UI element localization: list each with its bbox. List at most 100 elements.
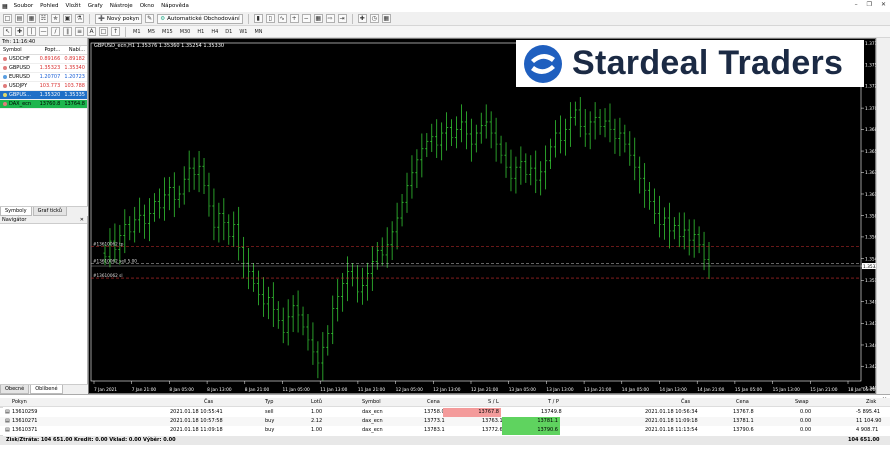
symbol-name: EURUSD: [9, 74, 30, 80]
trade-row[interactable]: ▤ 13610259 2021.01.18 10:55:41 sell 1.00 dax_…: [0, 408, 890, 417]
menu-file[interactable]: Soubor: [14, 3, 33, 9]
autoscroll-icon[interactable]: ⇨: [325, 14, 335, 23]
market-watch-row[interactable]: GBPUSD 1.35323 1.35340: [0, 64, 87, 73]
market-watch-tabs: Symboly Graf ticků: [0, 206, 88, 216]
close-icon[interactable]: ✕: [881, 1, 886, 8]
zoom-in-icon[interactable]: +: [289, 14, 299, 23]
arrows-icon[interactable]: ↑: [111, 27, 120, 36]
profiles-icon[interactable]: ▤: [15, 14, 24, 23]
swap-value: 0.00: [800, 409, 812, 415]
col-sl[interactable]: S / L: [488, 398, 499, 407]
account-summary: Zisk/Ztráta: 104 651.00 Kredit: 0.00 Vkl…: [6, 437, 176, 443]
timeframe-m1[interactable]: M1: [131, 29, 143, 35]
timeframe-w1[interactable]: W1: [237, 29, 249, 35]
timeframe-m30[interactable]: M30: [178, 29, 193, 35]
market-watch-row[interactable]: USDCHF 0.89166 0.89182: [0, 55, 87, 64]
new-order-button[interactable]: ➕ Nový pokyn: [95, 13, 143, 24]
col-bid[interactable]: Popt...: [38, 46, 63, 54]
col-close-time[interactable]: Čas: [681, 398, 690, 407]
timeframe-mn[interactable]: MN: [252, 29, 264, 35]
app-icon[interactable]: ▦: [2, 3, 8, 10]
new-chart-icon[interactable]: □: [3, 14, 12, 23]
col-lots[interactable]: Lotů: [311, 398, 322, 407]
col-ask[interactable]: Nabí...: [62, 46, 87, 54]
col-symbol[interactable]: Symbol: [362, 398, 381, 407]
col-order[interactable]: Pokyn: [12, 398, 27, 407]
take-profit: 13781.1: [502, 417, 560, 426]
vertical-line-icon[interactable]: |: [27, 27, 36, 36]
tab-symbols[interactable]: Symboly: [0, 207, 32, 216]
timeframe-h1[interactable]: H1: [195, 29, 206, 35]
price-chart[interactable]: GBPUSD_ecn,H1 1.35376 1.35360 1.35254 1.…: [89, 39, 877, 395]
candlestick-icon[interactable]: ▯: [265, 14, 275, 23]
market-watch-row[interactable]: EURUSD 1.20707 1.20723: [0, 73, 87, 82]
market-watch-row[interactable]: USDJPY 103.773 103.788: [0, 82, 87, 91]
close-price: 13767.8: [733, 409, 754, 415]
tab-favorites[interactable]: Oblíbené: [30, 385, 63, 394]
tile-windows-icon[interactable]: ▦: [313, 14, 323, 23]
terminal-icon[interactable]: ▣: [63, 14, 72, 23]
algo-trading-button[interactable]: ⚙ Automatické Obchodování: [157, 13, 243, 24]
trendline-icon[interactable]: ∕: [51, 27, 60, 36]
menu-insert[interactable]: Vložit: [66, 3, 81, 9]
tester-icon[interactable]: ⚗: [75, 14, 84, 23]
x-tick-label: 11 Jan 13:00: [320, 387, 347, 393]
vertical-scrollbar[interactable]: [876, 38, 890, 394]
navigator-icon[interactable]: ✯: [51, 14, 60, 23]
col-type[interactable]: Typ: [265, 398, 273, 407]
channel-icon[interactable]: ∥: [63, 27, 72, 36]
col-swap[interactable]: Swap: [795, 398, 809, 407]
tab-tick-chart[interactable]: Graf ticků: [32, 207, 67, 216]
metaeditor-icon[interactable]: ✎: [145, 14, 155, 23]
restore-icon[interactable]: ❐: [867, 1, 872, 8]
menu-view[interactable]: Pohled: [40, 3, 58, 9]
order-ticket: 13610259: [12, 409, 38, 415]
menu-window[interactable]: Okno: [140, 3, 154, 9]
text-icon[interactable]: A: [87, 27, 96, 36]
line-chart-icon[interactable]: ∿: [277, 14, 287, 23]
minimize-icon[interactable]: –: [855, 1, 858, 8]
timeframe-h4[interactable]: H4: [209, 29, 220, 35]
bar-chart-icon[interactable]: ▮: [253, 14, 263, 23]
market-watch-row[interactable]: GBPUS... 1.35320 1.35335: [0, 91, 87, 100]
trade-row[interactable]: ▤ 13610271 2021.01.18 10:57:58 buy 2.12 dax_e…: [0, 417, 890, 426]
horizontal-line-icon[interactable]: —: [39, 27, 48, 36]
cursor-icon[interactable]: ↖: [3, 27, 12, 36]
open-time: 2021.01.18 10:57:58: [170, 418, 223, 424]
close-time: 2021.01.18 11:09:18: [645, 418, 698, 424]
col-time[interactable]: Čas: [204, 398, 213, 407]
col-tp[interactable]: T / P: [548, 398, 559, 407]
chart-shift-icon[interactable]: ⇥: [337, 14, 347, 23]
navigator-close-icon[interactable]: ✕: [80, 216, 84, 223]
market-watch-header: Symbol Popt... Nabí...: [0, 46, 87, 55]
symbol-name: USDJPY: [9, 83, 28, 89]
menu-charts[interactable]: Grafy: [88, 3, 103, 9]
timeframe-d1[interactable]: D1: [223, 29, 234, 35]
col-price[interactable]: Cena: [427, 398, 440, 407]
col-symbol[interactable]: Symbol: [0, 46, 38, 54]
profit-value: -5 895.41: [856, 409, 881, 415]
crosshair-icon[interactable]: ✚: [15, 27, 24, 36]
menu-tools[interactable]: Nástroje: [110, 3, 133, 9]
fibonacci-icon[interactable]: ≡: [75, 27, 84, 36]
timeframe-m15[interactable]: M15: [160, 29, 175, 35]
trade-icon: ▤: [5, 427, 10, 433]
data-window-icon[interactable]: ☵: [39, 14, 48, 23]
indicators-icon[interactable]: ✚: [357, 14, 367, 23]
market-watch-icon[interactable]: ▦: [27, 14, 36, 23]
symbol-name: DAX_ecn: [9, 101, 32, 107]
col-close-price[interactable]: Cena: [736, 398, 749, 407]
label-icon[interactable]: □: [99, 27, 108, 36]
timeframe-m5[interactable]: M5: [146, 29, 158, 35]
periods-icon[interactable]: ◷: [369, 14, 379, 23]
chart-window[interactable]: GBPUSD_ecn,H1 1.35376 1.35360 1.35254 1.…: [88, 38, 877, 395]
zoom-out-icon[interactable]: −: [301, 14, 311, 23]
market-watch-row[interactable]: DAX_ecn 13760.8 13764.8: [0, 100, 87, 109]
templates-icon[interactable]: ▦: [381, 14, 391, 23]
menu-help[interactable]: Nápověda: [161, 3, 189, 9]
trade-row[interactable]: ▤ 13610371 2021.01.18 11:09:18 buy 1.00 dax_e…: [0, 426, 890, 435]
tab-common[interactable]: Obecné: [0, 385, 30, 394]
terminal-panel: ✕ Pokyn Čas Typ Lotů Symbol Cena S / L T…: [0, 394, 890, 450]
bid-cell: 0.89166: [39, 56, 61, 62]
col-profit[interactable]: Zisk: [866, 398, 876, 407]
